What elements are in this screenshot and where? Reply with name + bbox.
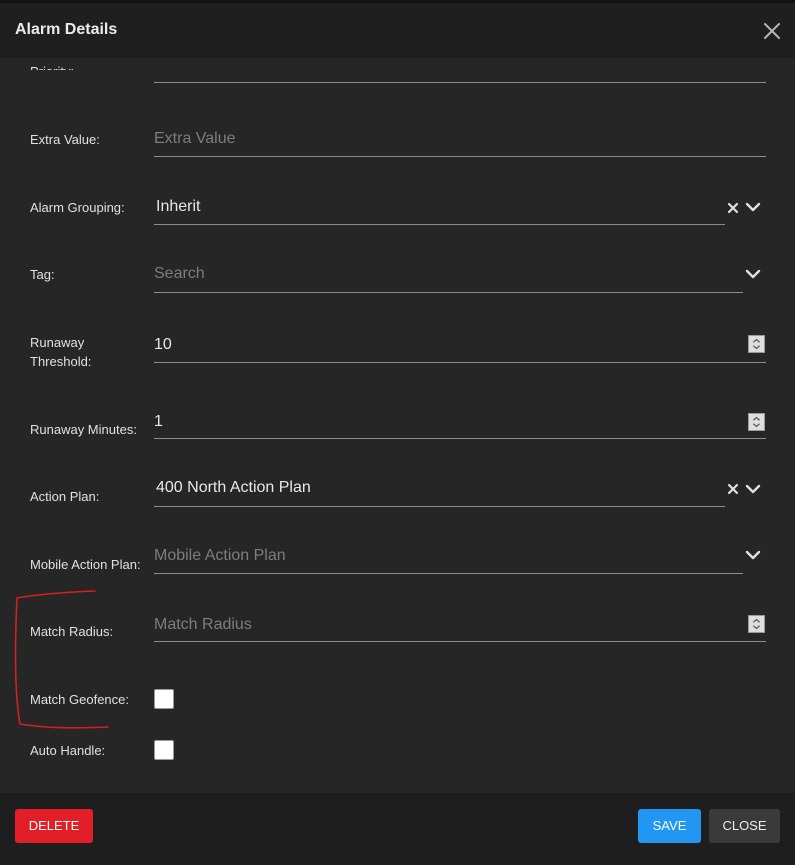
spinner-icon[interactable] bbox=[748, 615, 765, 633]
close-button[interactable]: CLOSE bbox=[709, 809, 780, 843]
close-icon[interactable] bbox=[760, 19, 784, 43]
spinner-icon[interactable] bbox=[748, 335, 765, 353]
priority-label: Priority: bbox=[30, 64, 75, 79]
dialog-footer: DELETE SAVE CLOSE bbox=[0, 793, 795, 865]
match-geofence-label: Match Geofence: bbox=[30, 692, 129, 707]
chevron-down-icon[interactable] bbox=[745, 549, 761, 561]
extra-value-input[interactable]: Extra Value bbox=[154, 130, 236, 148]
mobile-action-plan-label: Mobile Action Plan: bbox=[30, 557, 141, 572]
runaway-threshold-label-line2: Threshold: bbox=[30, 354, 92, 369]
match-radius-underline bbox=[154, 641, 766, 642]
clear-icon[interactable] bbox=[727, 202, 739, 214]
chevron-down-icon[interactable] bbox=[745, 201, 761, 213]
chevron-down-icon[interactable] bbox=[745, 483, 761, 495]
runaway-threshold-label-line1: Runaway bbox=[30, 335, 85, 350]
alarm-grouping-label: Alarm Grouping: bbox=[30, 200, 125, 215]
alarm-grouping-underline bbox=[154, 224, 725, 225]
delete-button[interactable]: DELETE bbox=[15, 809, 93, 843]
runaway-minutes-input[interactable]: 1 bbox=[154, 413, 163, 431]
dialog-title: Alarm Details bbox=[15, 21, 118, 38]
runaway-minutes-label: Runaway Minutes: bbox=[30, 422, 137, 437]
tag-label: Tag: bbox=[30, 267, 55, 282]
runaway-threshold-input[interactable]: 10 bbox=[154, 336, 172, 354]
spinner-icon[interactable] bbox=[748, 413, 765, 431]
tag-search-input[interactable]: Search bbox=[154, 265, 205, 283]
action-plan-label: Action Plan: bbox=[30, 489, 100, 504]
clear-icon[interactable] bbox=[727, 483, 739, 495]
alarm-details-dialog: Alarm Details Priority: Extra Value: Ext… bbox=[0, 0, 795, 865]
match-radius-input[interactable]: Match Radius bbox=[154, 616, 252, 634]
match-geofence-checkbox[interactable] bbox=[154, 689, 174, 709]
extra-value-underline bbox=[154, 156, 766, 157]
runaway-threshold-underline bbox=[154, 362, 766, 363]
dialog-body: Priority: Extra Value: Extra Value Alarm… bbox=[0, 58, 795, 793]
auto-handle-checkbox[interactable] bbox=[154, 740, 174, 760]
match-radius-label: Match Radius: bbox=[30, 624, 114, 639]
runaway-minutes-underline bbox=[154, 438, 766, 439]
extra-value-label: Extra Value: bbox=[30, 132, 100, 147]
save-button[interactable]: SAVE bbox=[638, 809, 701, 843]
mobile-action-plan-underline bbox=[154, 573, 743, 574]
chevron-down-icon[interactable] bbox=[745, 268, 761, 280]
tag-underline bbox=[154, 292, 743, 293]
dialog-header: Alarm Details bbox=[0, 3, 795, 58]
auto-handle-label: Auto Handle: bbox=[30, 743, 106, 758]
mobile-action-plan-select[interactable]: Mobile Action Plan bbox=[154, 547, 286, 565]
action-plan-select[interactable]: 400 North Action Plan bbox=[156, 479, 311, 497]
action-plan-underline bbox=[154, 506, 725, 507]
priority-field-underline[interactable] bbox=[154, 82, 766, 83]
alarm-grouping-select[interactable]: Inherit bbox=[156, 198, 200, 216]
